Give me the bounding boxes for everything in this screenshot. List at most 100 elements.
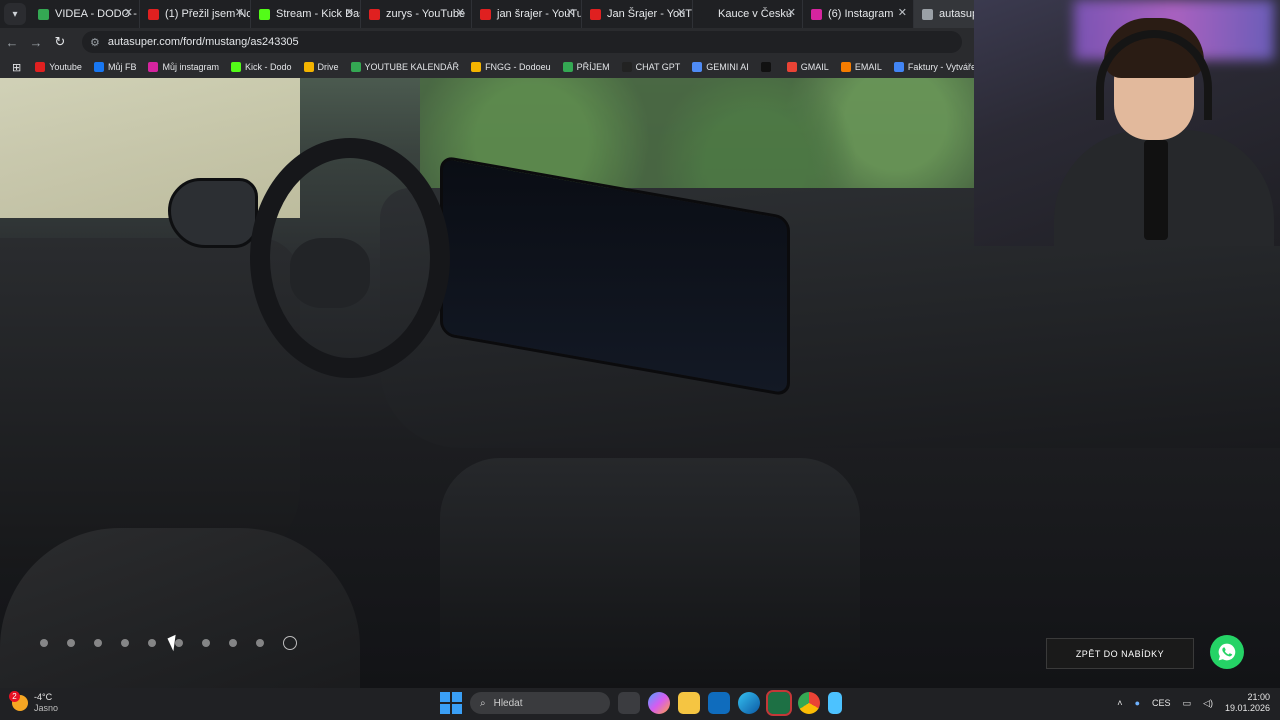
windows-start-icon[interactable]	[440, 692, 462, 714]
bookmark-icon	[303, 62, 314, 72]
browser-tab[interactable]: (1) Přežil jsem No ✕	[140, 0, 251, 28]
back-to-offers-button[interactable]: ZPĚT DO NABÍDKY	[1046, 638, 1194, 669]
bookmark-label: GEMINI AI	[706, 62, 749, 72]
bookmark-label: CHAT GPT	[635, 62, 681, 72]
bookmark-item[interactable]: CHAT GPT	[616, 62, 687, 72]
reload-icon[interactable]: ↻	[48, 30, 72, 54]
bookmark-item[interactable]: Můj FB	[88, 62, 143, 72]
tab-close-icon[interactable]: ✕	[898, 6, 907, 19]
site-info-icon[interactable]: ⚙	[90, 36, 100, 49]
tab-favicon-icon	[38, 8, 49, 20]
bookmark-item[interactable]: GEMINI AI	[686, 62, 755, 72]
bookmark-label: Kick - Dodo	[244, 62, 292, 72]
search-icon: ⌕	[480, 697, 486, 709]
seat	[0, 528, 360, 688]
browser-tab[interactable]: Stream - Kick Das ✕	[251, 0, 361, 28]
clock[interactable]: 21:00 19.01.2026	[1225, 692, 1270, 714]
tab-favicon-icon	[701, 8, 712, 20]
gallery-dot[interactable]	[148, 639, 156, 647]
bookmark-label: Faktury - Vytváření	[907, 62, 984, 72]
tab-search-chevron-icon[interactable]: ▾	[4, 3, 26, 25]
gallery-dot[interactable]	[202, 639, 210, 647]
bookmark-label: Youtube	[49, 62, 82, 72]
bookmark-icon	[471, 62, 482, 72]
bookmark-item[interactable]: Kick - Dodo	[225, 62, 298, 72]
bookmark-label: Drive	[317, 62, 339, 72]
bookmark-item[interactable]: GMAIL	[781, 62, 835, 72]
weather-widget[interactable]: 2 -4°C Jasno	[9, 691, 58, 714]
gallery-dot[interactable]	[121, 639, 129, 647]
excel-icon[interactable]	[766, 690, 792, 716]
bookmark-icon	[93, 62, 104, 72]
outlook-icon[interactable]	[708, 692, 730, 714]
task-view-icon[interactable]	[618, 692, 640, 714]
tab-close-icon[interactable]: ✕	[566, 6, 575, 19]
browser-tab[interactable]: Kauce v Česku ✕	[693, 0, 803, 28]
weather-sun-icon: 2	[9, 691, 28, 711]
bookmark-label: Můj FB	[107, 62, 137, 72]
notification-badge: 2	[9, 691, 20, 702]
network-icon[interactable]: ▭	[1183, 698, 1192, 709]
bookmark-item[interactable]: Drive	[298, 62, 345, 72]
bookmark-list: Youtube Můj FB Můj instagram Kick - Dodo Dri…	[29, 62, 1065, 72]
bookmark-label: Můj instagram	[162, 62, 219, 72]
chrome-icon[interactable]	[798, 692, 820, 714]
copilot-icon[interactable]	[648, 692, 670, 714]
bookmark-item[interactable]: Youtube	[29, 62, 88, 72]
tab-favicon-icon	[811, 8, 822, 20]
bookmark-icon	[840, 62, 851, 72]
bookmark-item[interactable]	[755, 62, 781, 72]
bookmark-label: PŘÍJEM	[576, 62, 610, 72]
browser-tab[interactable]: VIDEA - DODO - ✕	[30, 0, 140, 28]
url-field[interactable]: ⚙ autasuper.com/ford/mustang/as243305	[82, 31, 962, 53]
side-mirror	[168, 178, 258, 248]
microphone-icon[interactable]: ●	[1135, 698, 1140, 708]
bookmark-item[interactable]: FNGG - Dodoeu	[465, 62, 557, 72]
language-indicator[interactable]: CES	[1152, 698, 1171, 708]
forward-icon[interactable]: →	[24, 30, 48, 54]
gallery-dot[interactable]	[256, 639, 264, 647]
taskbar-search[interactable]: ⌕ Hledat	[470, 692, 610, 714]
tab-close-icon[interactable]: ✕	[456, 6, 465, 19]
tab-favicon-icon	[369, 8, 380, 20]
edge-icon[interactable]	[738, 692, 760, 714]
gallery-dot[interactable]	[283, 636, 297, 650]
browser-tab[interactable]: Jan Šrajer - YouTu ✕	[582, 0, 693, 28]
chevron-up-icon[interactable]: ˄	[1117, 698, 1122, 708]
bookmark-item[interactable]: Můj instagram	[142, 62, 225, 72]
tab-close-icon[interactable]: ✕	[235, 6, 244, 19]
bookmark-item[interactable]: PŘÍJEM	[557, 62, 616, 72]
bookmark-label: GMAIL	[800, 62, 829, 72]
temperature-text: -4°C	[34, 692, 53, 702]
back-icon[interactable]: ←	[0, 30, 24, 54]
tab-favicon-icon	[590, 8, 601, 20]
steering-wheel-hub	[290, 238, 370, 308]
whatsapp-icon[interactable]	[1210, 635, 1244, 669]
tab-close-icon[interactable]: ✕	[124, 6, 133, 19]
tab-close-icon[interactable]: ✕	[677, 6, 686, 19]
bookmark-icon	[230, 62, 241, 72]
search-placeholder: Hledat	[493, 697, 523, 709]
browser-tab[interactable]: jan šrajer - YouTu ✕	[472, 0, 582, 28]
tab-favicon-icon	[922, 8, 933, 20]
bookmark-icon	[350, 62, 361, 72]
tab-close-icon[interactable]: ✕	[345, 6, 354, 19]
bookmark-icon	[786, 62, 797, 72]
bookmark-item[interactable]: EMAIL	[835, 62, 888, 72]
gallery-dot[interactable]	[94, 639, 102, 647]
file-explorer-icon[interactable]	[678, 692, 700, 714]
tab-strip: VIDEA - DODO - ✕ (1) Přežil jsem No ✕ Strea…	[30, 0, 996, 28]
gallery-dot[interactable]	[67, 639, 75, 647]
bookmark-icon	[692, 62, 703, 72]
bookmark-icon	[35, 62, 46, 72]
browser-tab[interactable]: zurys - YouTube ✕	[361, 0, 472, 28]
tab-close-icon[interactable]: ✕	[787, 6, 796, 19]
date-text: 19.01.2026	[1224, 703, 1270, 713]
gallery-dot[interactable]	[229, 639, 237, 647]
notepad-icon[interactable]	[828, 692, 842, 714]
bookmark-item[interactable]: YOUTUBE KALENDÁŘ	[345, 62, 466, 72]
gallery-dot[interactable]	[40, 639, 48, 647]
browser-tab[interactable]: (6) Instagram ✕	[803, 0, 914, 28]
apps-grid-icon[interactable]: ⊞	[6, 61, 27, 74]
volume-icon[interactable]: ◁)	[1203, 698, 1213, 709]
